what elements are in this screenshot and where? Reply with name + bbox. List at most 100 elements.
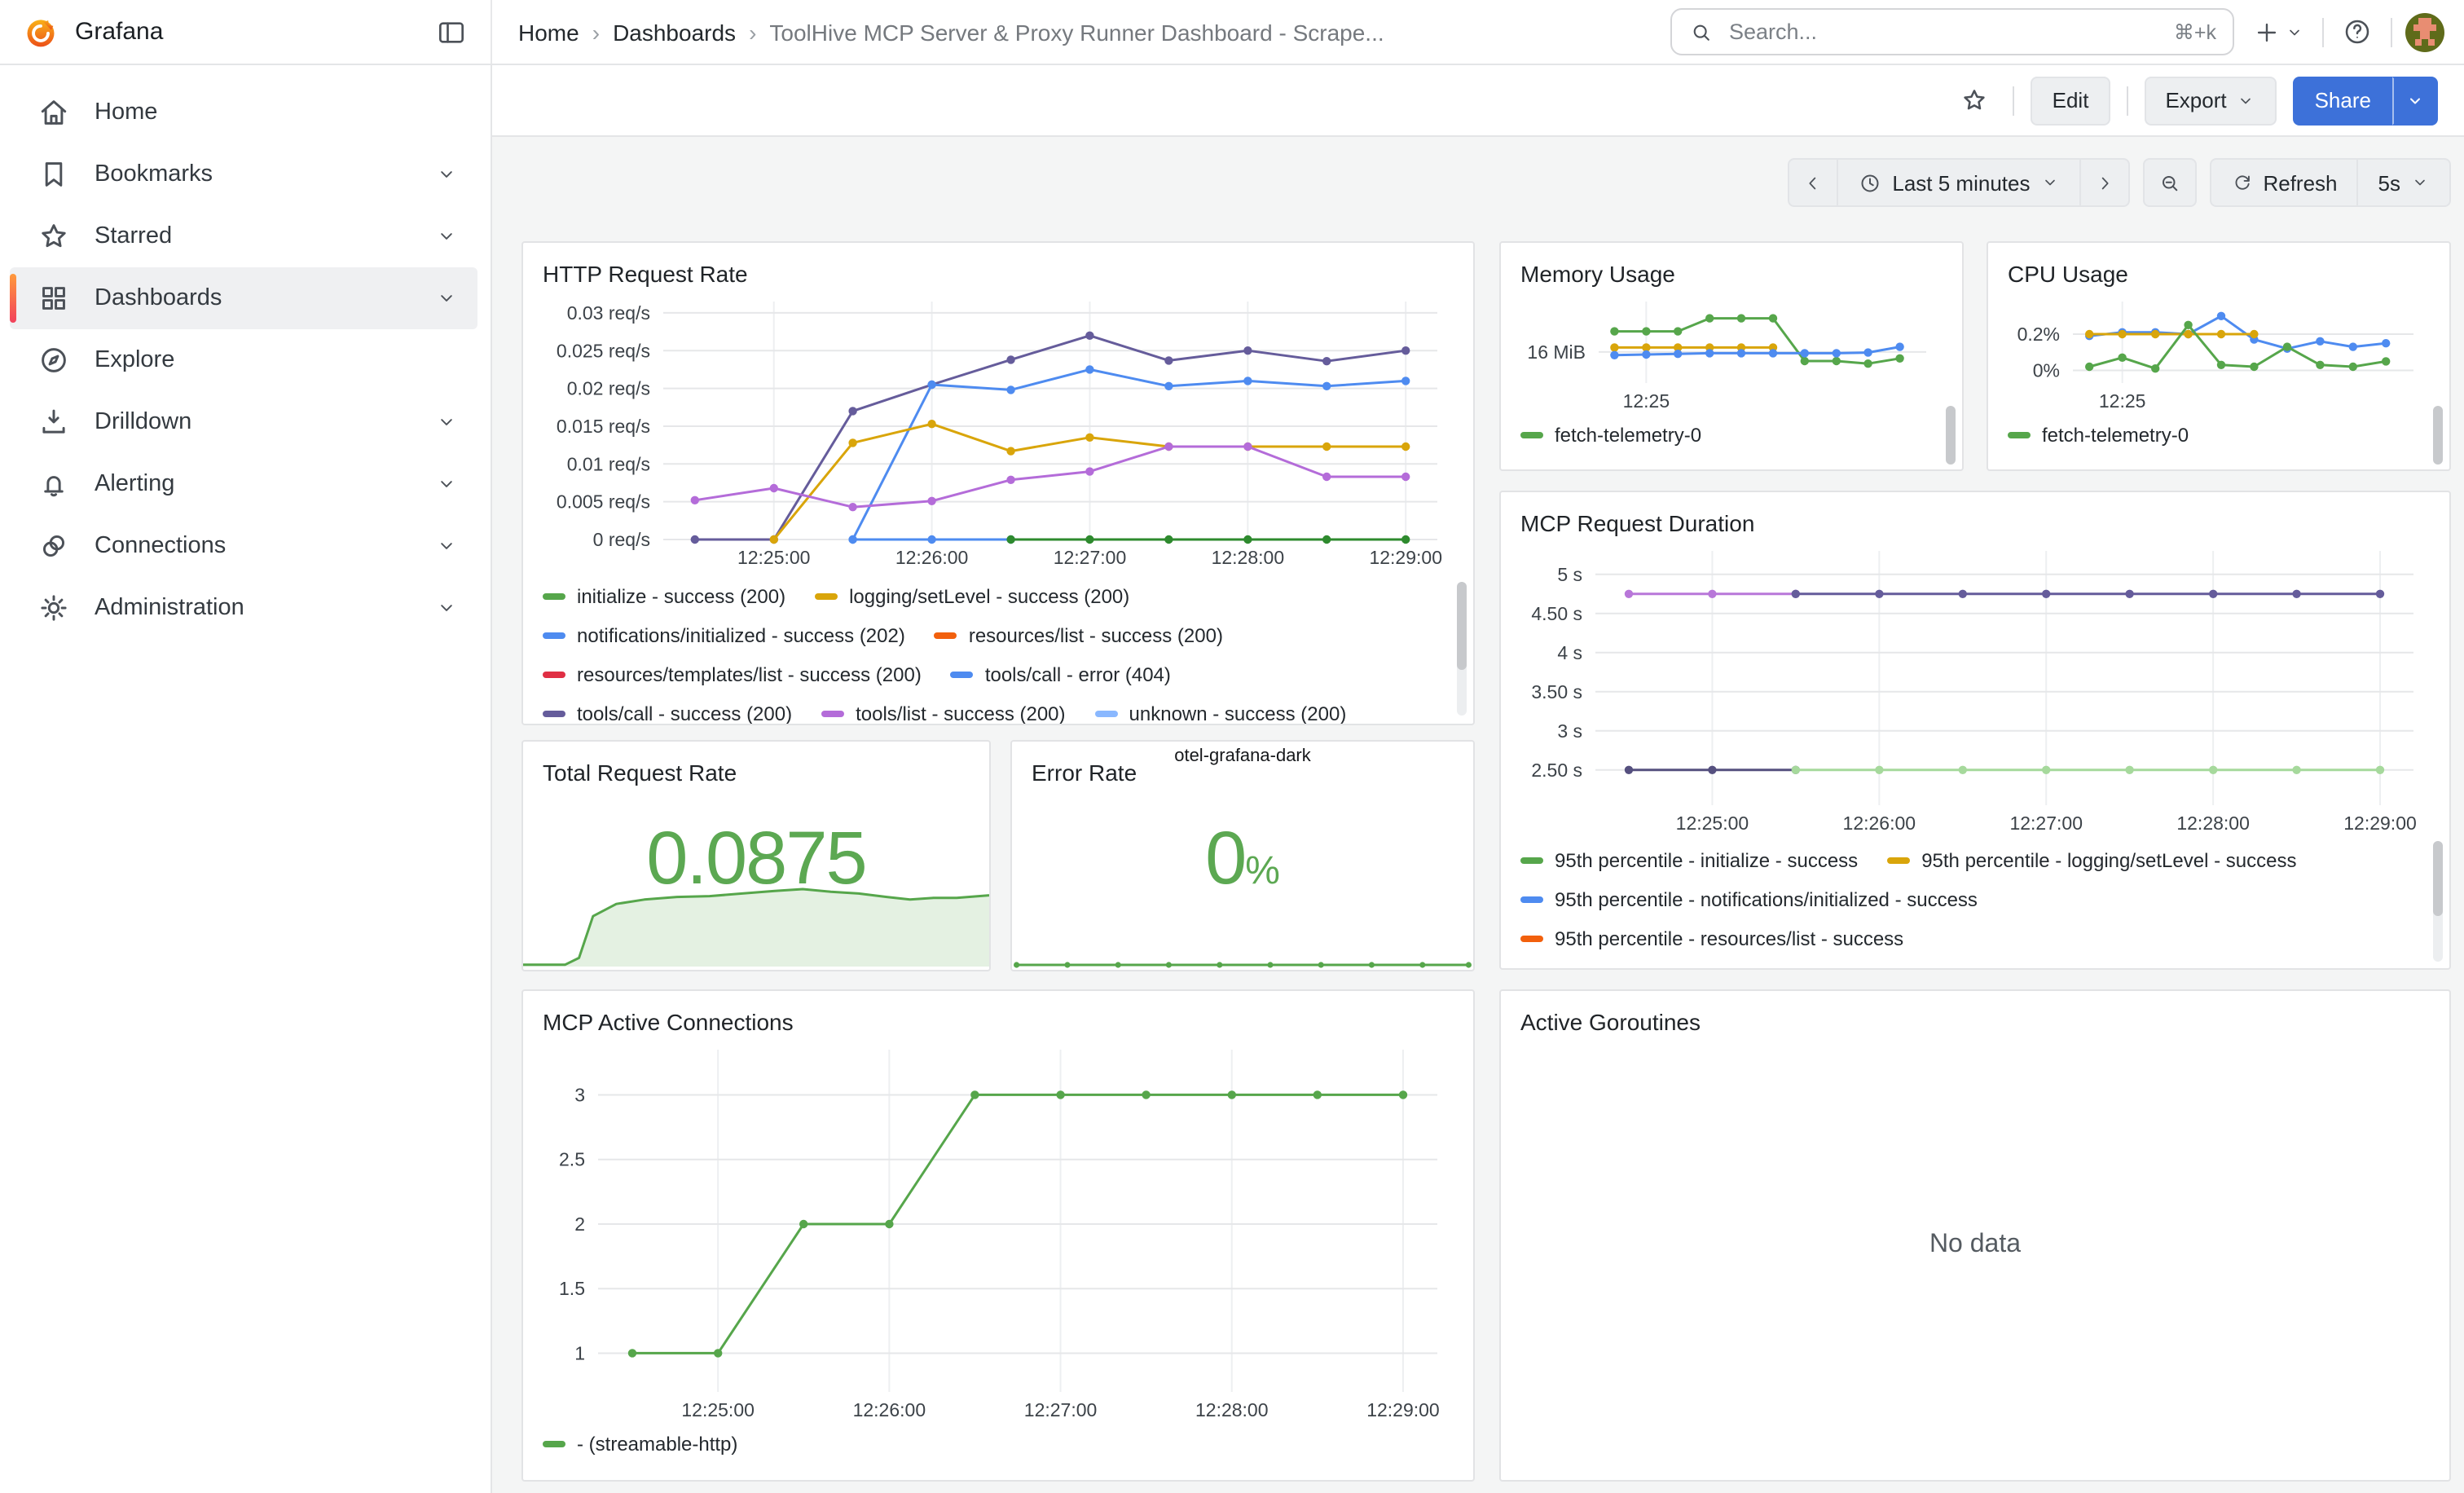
- divider: [2126, 86, 2127, 115]
- panel-memory-usage: Memory Usage 16 MiB12:25 fetch-telemetry…: [1499, 241, 1964, 471]
- legend-item[interactable]: - (streamable-http): [543, 1433, 737, 1456]
- time-back-button[interactable]: [1788, 158, 1837, 207]
- legend-item[interactable]: 95th percentile - resources/templates/li…: [1520, 967, 1994, 968]
- legend-item[interactable]: 95th percentile - logging/setLevel - suc…: [1887, 849, 2296, 872]
- svg-text:5 s: 5 s: [1557, 564, 1582, 585]
- time-forward-button[interactable]: [2079, 158, 2129, 207]
- legend-item[interactable]: 95th percentile - notifications/initiali…: [1520, 888, 1978, 911]
- svg-text:3 s: 3 s: [1557, 720, 1582, 742]
- time-range-picker[interactable]: Last 5 minutes: [1837, 158, 2079, 207]
- chevron-down-icon: [435, 535, 458, 557]
- drilldown-icon: [36, 404, 72, 440]
- legend-scrollbar[interactable]: [2433, 406, 2443, 465]
- panel-title[interactable]: CPU Usage: [2008, 256, 2430, 292]
- sidebar-item-explore[interactable]: Explore: [10, 329, 477, 391]
- panel-title[interactable]: MCP Active Connections: [543, 1004, 1454, 1040]
- panel-title[interactable]: Total Request Rate: [543, 755, 970, 791]
- refresh-label: Refresh: [2263, 170, 2337, 195]
- dashboard-toolbar: Edit Export Share: [492, 65, 2464, 137]
- cpu-usage-chart[interactable]: 0%0.2%12:25: [2008, 292, 2430, 416]
- legend-scrollbar[interactable]: [1457, 582, 1467, 716]
- help-button[interactable]: [2337, 11, 2378, 52]
- zoom-out-button[interactable]: [2142, 158, 2196, 207]
- star-dashboard-button[interactable]: [1953, 78, 1997, 122]
- chevron-down-icon: [435, 287, 458, 310]
- legend-item[interactable]: fetch-telemetry-0: [1520, 424, 1701, 447]
- sidebar-item-starred[interactable]: Starred: [10, 205, 477, 267]
- panel-title[interactable]: Active Goroutines: [1520, 1004, 2430, 1040]
- content: Edit Export Share: [492, 65, 2464, 1493]
- sidebar-item-bookmarks[interactable]: Bookmarks: [10, 143, 477, 205]
- chevron-down-icon: [2410, 173, 2430, 192]
- add-button[interactable]: [2247, 12, 2309, 51]
- legend-label: 95th percentile - notifications/initiali…: [1555, 888, 1978, 911]
- refresh-button[interactable]: Refresh: [2209, 158, 2356, 207]
- svg-text:12:29:00: 12:29:00: [1366, 1399, 1440, 1420]
- error-rate-number: 0: [1205, 815, 1245, 900]
- avatar[interactable]: [2405, 12, 2444, 51]
- legend-item[interactable]: tools/call - error (404): [951, 663, 1171, 686]
- panel-title[interactable]: HTTP Request Rate: [543, 256, 1454, 292]
- sidebar-item-administration[interactable]: Administration: [10, 577, 477, 639]
- legend-item[interactable]: 95th percentile - resources/list - succe…: [1520, 927, 1903, 950]
- svg-text:0.01 req/s: 0.01 req/s: [567, 453, 650, 474]
- active-accent-bar: [10, 274, 16, 323]
- legend-item[interactable]: unknown - success (200): [1095, 702, 1347, 724]
- legend-swatch: [935, 632, 957, 639]
- svg-text:0 req/s: 0 req/s: [593, 529, 650, 550]
- mcp-request-duration-chart[interactable]: 2.50 s3 s3.50 s4 s4.50 s5 s12:25:0012:26…: [1520, 541, 2430, 838]
- svg-text:4 s: 4 s: [1557, 642, 1582, 663]
- http-request-rate-chart[interactable]: 0 req/s0.005 req/s0.01 req/s0.015 req/s0…: [543, 292, 1454, 572]
- sidebar-item-label: Alerting: [95, 471, 174, 497]
- search-input[interactable]: ⌘+k: [1670, 8, 2234, 55]
- svg-text:3: 3: [574, 1084, 585, 1105]
- legend-item[interactable]: tools/call - success (200): [543, 702, 792, 724]
- panel-title[interactable]: Memory Usage: [1520, 256, 1943, 292]
- sidebar-collapse-button[interactable]: [432, 12, 471, 51]
- grafana-logo[interactable]: [23, 14, 59, 50]
- legend-scrollbar[interactable]: [2433, 841, 2443, 962]
- sidebar-item-alerting[interactable]: Alerting: [10, 453, 477, 515]
- svg-text:1.5: 1.5: [559, 1278, 585, 1299]
- legend-item[interactable]: resources/templates/list - success (200): [543, 663, 922, 686]
- breadcrumb-item[interactable]: Dashboards: [613, 19, 736, 45]
- legend-item[interactable]: 95th percentile - initialize - success: [1520, 849, 1858, 872]
- search-field[interactable]: [1726, 18, 2163, 46]
- legend-item[interactable]: initialize - success (200): [543, 585, 785, 608]
- svg-text:12:29:00: 12:29:00: [2343, 813, 2417, 834]
- legend-swatch: [815, 593, 838, 600]
- legend-item[interactable]: fetch-telemetry-0: [2008, 424, 2189, 447]
- export-button[interactable]: Export: [2144, 76, 2277, 125]
- sidebar-item-drilldown[interactable]: Drilldown: [10, 391, 477, 453]
- memory-usage-chart[interactable]: 16 MiB12:25: [1520, 292, 1943, 416]
- grafana-app: Grafana Home›Dashboards›ToolHive MCP Ser…: [0, 0, 2464, 1493]
- legend-item[interactable]: tools/list - success (200): [821, 702, 1065, 724]
- clock-icon: [1858, 170, 1882, 195]
- mcp-active-connections-chart[interactable]: 11.522.5312:25:0012:26:0012:27:0012:28:0…: [543, 1040, 1454, 1425]
- sidebar-item-home[interactable]: Home: [10, 81, 477, 143]
- legend-swatch: [1095, 711, 1118, 717]
- legend-item[interactable]: notifications/initialized - success (202…: [543, 624, 905, 647]
- share-button[interactable]: Share: [2294, 76, 2392, 125]
- sidebar-item-connections[interactable]: Connections: [10, 515, 477, 577]
- svg-text:0.005 req/s: 0.005 req/s: [557, 491, 650, 513]
- legend-item[interactable]: logging/setLevel - success (200): [815, 585, 1129, 608]
- refresh-icon: [2230, 171, 2253, 194]
- error-rate-sparkline: [1012, 937, 1473, 970]
- panel-title[interactable]: MCP Request Duration: [1520, 505, 2430, 541]
- sidebar-item-label: Dashboards: [95, 285, 222, 311]
- refresh-interval-picker[interactable]: 5s: [2357, 158, 2451, 207]
- administration-icon: [36, 590, 72, 626]
- sidebar-item-dashboards[interactable]: Dashboards: [10, 267, 477, 329]
- chevron-down-icon: [2237, 90, 2256, 110]
- legend-item[interactable]: resources/list - success (200): [935, 624, 1223, 647]
- panel-total-request-rate: Total Request Rate 0.0875: [521, 740, 991, 971]
- legend-label: resources/templates/list - success (200): [577, 663, 922, 686]
- svg-text:12:26:00: 12:26:00: [1843, 813, 1916, 834]
- chart-legend: fetch-telemetry-0: [2008, 416, 2430, 458]
- edit-button[interactable]: Edit: [2031, 76, 2110, 125]
- breadcrumb-item[interactable]: Home: [518, 19, 579, 45]
- legend-scrollbar[interactable]: [1946, 406, 1956, 465]
- chevron-down-icon: [2405, 90, 2425, 110]
- share-dropdown-button[interactable]: [2392, 76, 2438, 125]
